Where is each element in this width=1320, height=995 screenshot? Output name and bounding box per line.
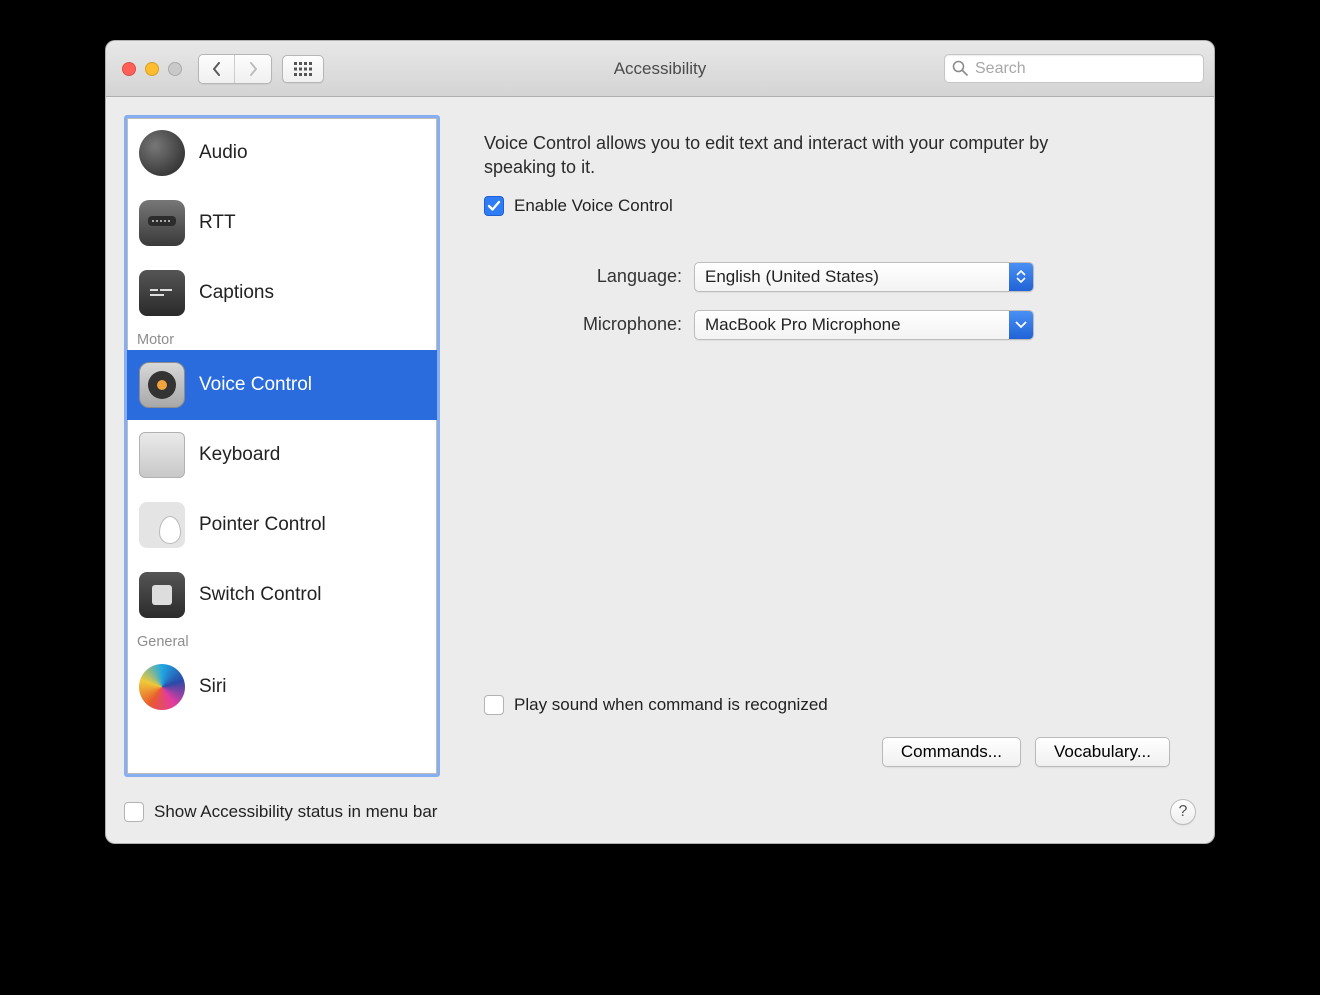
footer: Show Accessibility status in menu bar ? bbox=[124, 795, 1196, 825]
rtt-icon bbox=[139, 200, 185, 246]
search-input[interactable] bbox=[944, 54, 1204, 83]
sidebar-item-label: Audio bbox=[199, 142, 248, 164]
chevron-right-icon bbox=[248, 62, 258, 76]
sidebar-item-label: Voice Control bbox=[199, 374, 312, 396]
sidebar-item-captions[interactable]: Captions bbox=[127, 258, 437, 328]
forward-button bbox=[235, 55, 271, 83]
enable-voice-control-row[interactable]: Enable Voice Control bbox=[484, 196, 1170, 216]
toolbar: Accessibility bbox=[106, 41, 1214, 97]
window-controls bbox=[122, 62, 182, 76]
play-sound-row[interactable]: Play sound when command is recognized bbox=[484, 695, 1170, 715]
show-all-button[interactable] bbox=[282, 55, 324, 83]
enable-voice-control-label: Enable Voice Control bbox=[514, 196, 673, 216]
sidebar-item-label: Captions bbox=[199, 282, 274, 304]
chevron-down-icon bbox=[1009, 311, 1033, 339]
microphone-value: MacBook Pro Microphone bbox=[695, 315, 1009, 335]
sidebar-item-pointer-control[interactable]: Pointer Control bbox=[127, 490, 437, 560]
voice-control-icon bbox=[139, 362, 185, 408]
description-text: Voice Control allows you to edit text an… bbox=[484, 131, 1084, 180]
sidebar-group-general: General bbox=[127, 630, 437, 652]
sidebar-item-voice-control[interactable]: Voice Control bbox=[127, 350, 437, 420]
chevron-left-icon bbox=[212, 62, 222, 76]
back-button[interactable] bbox=[199, 55, 235, 83]
content-area: Audio RTT Captions Motor bbox=[106, 97, 1214, 843]
sidebar-item-rtt[interactable]: RTT bbox=[127, 188, 437, 258]
language-value: English (United States) bbox=[695, 267, 1009, 287]
search-icon bbox=[952, 60, 968, 81]
category-sidebar: Audio RTT Captions Motor bbox=[124, 115, 440, 777]
sidebar-item-switch-control[interactable]: Switch Control bbox=[127, 560, 437, 630]
play-sound-checkbox[interactable] bbox=[484, 695, 504, 715]
sidebar-item-audio[interactable]: Audio bbox=[127, 118, 437, 188]
nav-back-forward bbox=[198, 54, 272, 84]
keyboard-icon bbox=[139, 432, 185, 478]
play-sound-label: Play sound when command is recognized bbox=[514, 695, 828, 715]
sidebar-group-motor: Motor bbox=[127, 328, 437, 350]
speaker-icon bbox=[139, 130, 185, 176]
sidebar-item-label: Keyboard bbox=[199, 444, 280, 466]
microphone-label: Microphone: bbox=[532, 314, 682, 335]
sidebar-item-keyboard[interactable]: Keyboard bbox=[127, 420, 437, 490]
commands-button[interactable]: Commands... bbox=[882, 737, 1021, 767]
action-buttons: Commands... Vocabulary... bbox=[484, 737, 1170, 767]
voice-control-form: Language: English (United States) Microp… bbox=[532, 262, 1170, 340]
detail-panel: Voice Control allows you to edit text an… bbox=[458, 115, 1196, 777]
grid-icon bbox=[294, 62, 312, 76]
zoom-window-icon bbox=[168, 62, 182, 76]
checkmark-icon bbox=[487, 199, 501, 213]
preferences-window: Accessibility Audio bbox=[105, 40, 1215, 844]
sidebar-item-label: Switch Control bbox=[199, 584, 322, 606]
siri-icon bbox=[139, 664, 185, 710]
category-list[interactable]: Audio RTT Captions Motor bbox=[127, 118, 437, 774]
menubar-status-label: Show Accessibility status in menu bar bbox=[154, 802, 437, 822]
close-window-icon[interactable] bbox=[122, 62, 136, 76]
updown-arrows-icon bbox=[1009, 263, 1033, 291]
menubar-status-checkbox[interactable] bbox=[124, 802, 144, 822]
pointer-control-icon bbox=[139, 502, 185, 548]
language-popup[interactable]: English (United States) bbox=[694, 262, 1034, 292]
switch-control-icon bbox=[139, 572, 185, 618]
sidebar-item-label: Siri bbox=[199, 676, 226, 698]
help-icon: ? bbox=[1179, 803, 1188, 821]
captions-icon bbox=[139, 270, 185, 316]
minimize-window-icon[interactable] bbox=[145, 62, 159, 76]
language-label: Language: bbox=[532, 266, 682, 287]
sidebar-item-label: RTT bbox=[199, 212, 236, 234]
sidebar-item-label: Pointer Control bbox=[199, 514, 326, 536]
vocabulary-button[interactable]: Vocabulary... bbox=[1035, 737, 1170, 767]
sidebar-item-siri[interactable]: Siri bbox=[127, 652, 437, 722]
enable-voice-control-checkbox[interactable] bbox=[484, 196, 504, 216]
microphone-popup[interactable]: MacBook Pro Microphone bbox=[694, 310, 1034, 340]
help-button[interactable]: ? bbox=[1170, 799, 1196, 825]
